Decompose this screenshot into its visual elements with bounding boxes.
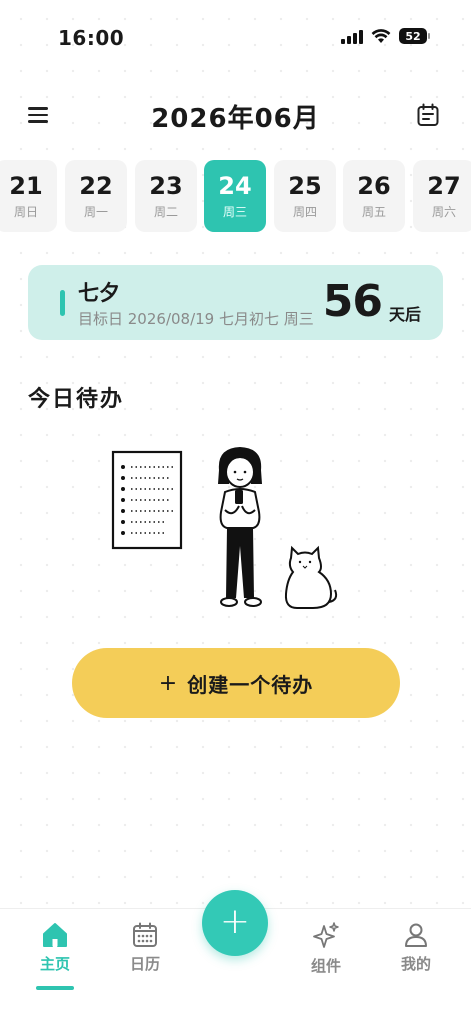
countdown-accent-bar — [60, 290, 65, 316]
day-cell[interactable]: 25 周四 — [274, 160, 336, 232]
day-weekday: 周六 — [431, 205, 456, 219]
tab-label: 组件 — [310, 957, 341, 975]
countdown-title: 七夕 — [78, 281, 120, 305]
tab-calendar[interactable]: 日历 — [105, 921, 185, 974]
day-cell[interactable]: 26 周五 — [343, 160, 405, 232]
day-cell[interactable]: 22 周一 — [65, 160, 127, 232]
add-fab-button[interactable]: + — [202, 890, 268, 956]
day-number: 23 — [149, 172, 183, 200]
status-bar: 16:00 52 — [0, 0, 471, 76]
countdown-card[interactable]: 七夕 目标日 2026/08/19 七月初七 周三 56 天后 — [28, 265, 443, 340]
day-cell[interactable]: 21 周日 — [0, 160, 57, 232]
day-weekday: 周四 — [292, 205, 317, 219]
week-day-strip: 21 周日 22 周一 23 周二 24 周三 25 周四 26 周五 27 周六 — [0, 160, 471, 232]
todo-section-title: 今日待办 — [28, 387, 125, 412]
home-icon — [43, 923, 67, 947]
tab-home[interactable]: 主页 — [15, 921, 95, 974]
countdown-target-date: 目标日 2026/08/19 七月初七 周三 — [78, 310, 314, 328]
create-todo-label: 创建一个待办 — [187, 672, 314, 697]
day-number: 27 — [427, 172, 461, 200]
day-number: 22 — [79, 172, 113, 200]
cellular-signal-icon — [341, 28, 363, 44]
day-number: 25 — [288, 172, 322, 200]
empty-state-illustration — [111, 447, 338, 609]
day-number: 24 — [218, 172, 252, 200]
plus-icon: + — [158, 670, 178, 696]
calendar-icon — [133, 922, 157, 947]
day-weekday: 周五 — [361, 205, 386, 219]
tab-profile[interactable]: 我的 — [376, 921, 456, 974]
month-title[interactable]: 2026年06月 — [0, 98, 471, 135]
wifi-icon — [371, 29, 391, 43]
day-weekday: 周二 — [153, 205, 178, 219]
create-todo-button[interactable]: + 创建一个待办 — [72, 648, 400, 718]
day-weekday: 周一 — [83, 205, 108, 219]
countdown-days: 56 — [322, 276, 383, 327]
calendar-icon[interactable] — [415, 102, 441, 128]
tab-label: 我的 — [400, 955, 431, 973]
tab-label: 主页 — [39, 955, 70, 973]
battery-icon: 52 — [399, 28, 430, 44]
active-tab-indicator — [36, 986, 74, 990]
battery-level: 52 — [405, 29, 421, 43]
plus-icon: + — [219, 900, 251, 942]
day-cell[interactable]: 27 周六 — [413, 160, 471, 232]
day-cell[interactable]: 23 周二 — [135, 160, 197, 232]
person-icon — [405, 923, 427, 947]
countdown-unit: 天后 — [388, 305, 421, 324]
day-cell-selected[interactable]: 24 周三 — [204, 160, 266, 232]
day-weekday: 周日 — [13, 205, 38, 219]
status-time: 16:00 — [58, 26, 125, 50]
sparkle-icon — [313, 922, 339, 948]
status-icons: 52 — [341, 28, 430, 44]
header: 2026年06月 — [0, 92, 471, 138]
day-weekday: 周三 — [222, 205, 247, 219]
day-number: 21 — [9, 172, 43, 200]
tab-label: 日历 — [129, 955, 160, 973]
day-number: 26 — [357, 172, 391, 200]
tab-widgets[interactable]: 组件 — [286, 921, 366, 976]
